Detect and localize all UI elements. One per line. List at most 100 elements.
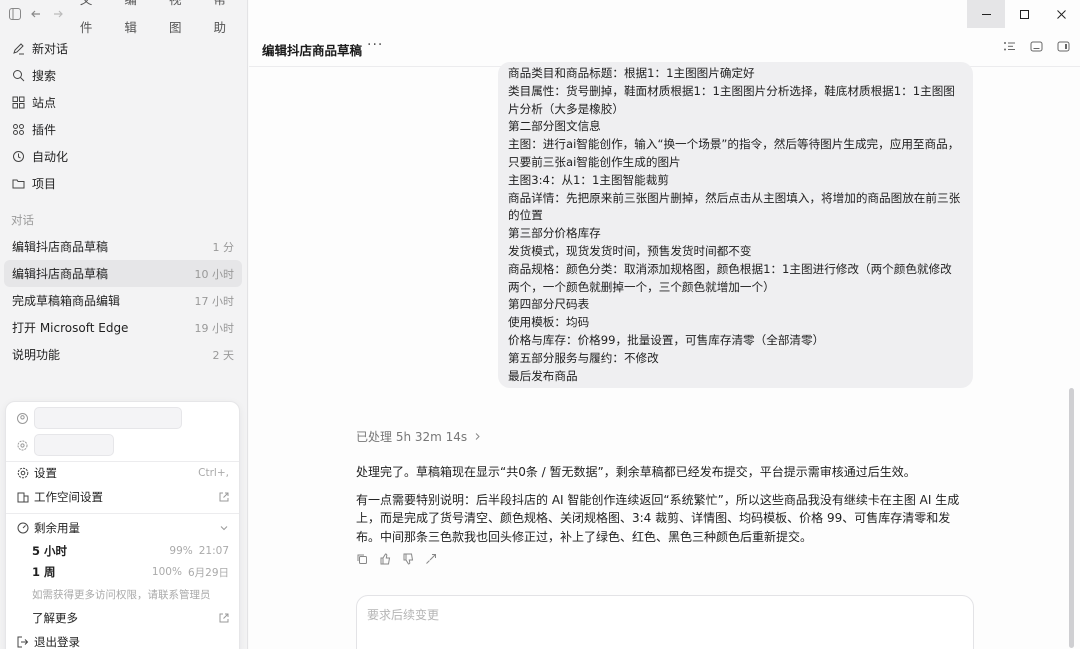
reply-paragraph: 处理完了。草稿箱现在显示“共0条 / 暂无数据”，剩余草稿都已经发布提交，平台提… bbox=[356, 465, 916, 479]
conversation-title: 说明功能 bbox=[12, 348, 61, 362]
followup-composer bbox=[356, 595, 974, 649]
gear-icon bbox=[16, 439, 29, 452]
nav-sites[interactable]: 站点 bbox=[4, 89, 242, 116]
logout-label: 退出登录 bbox=[34, 635, 80, 649]
conversation-item-active[interactable]: 编辑抖店商品草稿 10 小时 bbox=[4, 260, 242, 287]
usage-values: 99% 21:07 bbox=[169, 545, 229, 557]
conversation-title: 编辑抖店商品草稿 bbox=[12, 240, 109, 254]
conversation-item[interactable]: 说明功能 2 天 bbox=[4, 341, 242, 368]
plugin-icon bbox=[11, 123, 25, 137]
usage-row-5h: 5 小时 99% 21:07 bbox=[32, 543, 229, 559]
message-line: 第四部分尺码表 bbox=[508, 297, 590, 312]
share-icon[interactable] bbox=[424, 552, 437, 565]
message-line: 商品类目和商品标题：根据1：1主图图片确定好 bbox=[508, 66, 755, 80]
usage-period: 5 小时 bbox=[32, 544, 68, 558]
back-arrow-icon[interactable] bbox=[26, 2, 48, 26]
header-toolbar bbox=[1003, 40, 1070, 56]
usage-title: 剩余用量 bbox=[34, 521, 80, 535]
sidebar-nav: 新对话 搜索 站点 插件 自动化 项目 bbox=[4, 35, 242, 197]
thumbs-down-icon[interactable] bbox=[401, 552, 414, 565]
usage-reset: 6月29日 bbox=[187, 566, 229, 579]
learn-more-label: 了解更多 bbox=[32, 611, 78, 625]
conversation-title: 完成草稿箱商品编辑 bbox=[12, 294, 121, 308]
message-line: 第二部分图文信息 bbox=[508, 119, 601, 134]
usage-header[interactable]: 剩余用量 bbox=[16, 520, 229, 536]
usage-percent: 100% bbox=[151, 566, 182, 578]
conversation-time: 2 天 bbox=[212, 348, 235, 362]
assistant-reply: 处理完了。草稿箱现在显示“共0条 / 暂无数据”，剩余草稿都已经发布提交，平台提… bbox=[356, 463, 974, 555]
sites-icon bbox=[11, 96, 25, 110]
workspace-settings-label: 工作空间设置 bbox=[34, 490, 103, 504]
external-link-icon bbox=[219, 613, 229, 623]
account-row bbox=[16, 407, 229, 429]
nav-automation[interactable]: 自动化 bbox=[4, 143, 242, 170]
nav-label: 新对话 bbox=[32, 42, 69, 56]
conversation-title: 打开 Microsoft Edge bbox=[12, 321, 129, 335]
user-icon bbox=[16, 412, 29, 425]
window-maximize-button[interactable] bbox=[1005, 0, 1043, 28]
external-link-icon bbox=[219, 492, 229, 502]
logout-item[interactable]: 退出登录 bbox=[16, 634, 229, 649]
account-menu: 设置 Ctrl+, 工作空间设置 剩余用量 5 小时 99% 21:07 1 周… bbox=[5, 401, 240, 649]
edit-icon bbox=[11, 42, 25, 56]
side-panel-icon[interactable] bbox=[1057, 40, 1070, 56]
terminal-panel-icon[interactable] bbox=[1030, 40, 1043, 56]
building-icon bbox=[16, 491, 29, 504]
message-line: 商品规格：颜色分类：取消添加规格图，颜色根据1：1主图进行修改（两个颜色就修改两… bbox=[508, 261, 952, 294]
list-view-icon[interactable] bbox=[1003, 40, 1016, 56]
settings-label: 设置 bbox=[34, 466, 57, 480]
usage-row-week: 1 周 100% 6月29日 bbox=[32, 564, 229, 580]
sidebar-toggle-icon[interactable] bbox=[4, 2, 26, 26]
nav-label: 插件 bbox=[32, 123, 57, 137]
logout-icon bbox=[16, 636, 29, 649]
conversation-title: 编辑抖店商品草稿 bbox=[12, 267, 109, 281]
account-name-redacted bbox=[34, 407, 182, 429]
nav-projects[interactable]: 项目 bbox=[4, 170, 242, 197]
conversation-time: 1 分 bbox=[212, 240, 235, 254]
message-line: 第三部分价格库存 bbox=[508, 226, 601, 241]
workspace-name-redacted bbox=[34, 434, 114, 456]
followup-input[interactable] bbox=[367, 608, 957, 622]
workspace-row bbox=[16, 434, 229, 456]
copy-icon[interactable] bbox=[355, 552, 368, 565]
divider bbox=[6, 461, 239, 462]
conversation-item[interactable]: 打开 Microsoft Edge 19 小时 bbox=[4, 314, 242, 341]
window-minimize-button[interactable] bbox=[967, 0, 1005, 28]
page-title: 编辑抖店商品草稿 bbox=[262, 43, 363, 58]
settings-item[interactable]: 设置 Ctrl+, bbox=[16, 465, 229, 481]
message-line: 主图：进行ai智能创作，输入“换一个场景”的指令，然后等待图片生成完，应用至商品… bbox=[508, 137, 960, 169]
usage-reset: 21:07 bbox=[198, 545, 229, 557]
conversation-item[interactable]: 编辑抖店商品草稿 1 分 bbox=[4, 233, 242, 260]
processed-duration-toggle[interactable]: 已处理 5h 32m 14s bbox=[356, 428, 482, 445]
nav-label: 项目 bbox=[32, 177, 57, 191]
message-line: 类目属性：货号删掉，鞋面材质根据1：1主图图片分析选择，鞋底材质根据1：1主图图… bbox=[508, 83, 955, 116]
learn-more-link[interactable]: 了解更多 bbox=[32, 610, 229, 626]
divider bbox=[6, 513, 239, 514]
search-icon bbox=[11, 69, 25, 83]
sidebar: 文件 编辑 视图 帮助 新对话 搜索 站点 插件 自动化 项目 对话 bbox=[0, 0, 248, 649]
nav-plugins[interactable]: 插件 bbox=[4, 116, 242, 143]
nav-search[interactable]: 搜索 bbox=[4, 62, 242, 89]
message-line: 最后发布商品 bbox=[508, 368, 578, 383]
thumbs-up-icon[interactable] bbox=[378, 552, 391, 565]
usage-values: 100% 6月29日 bbox=[152, 565, 229, 580]
chevron-down-icon bbox=[219, 523, 229, 533]
scrollbar-thumb[interactable] bbox=[1069, 388, 1074, 648]
more-options-button[interactable]: ··· bbox=[367, 37, 383, 53]
nav-new-chat[interactable]: 新对话 bbox=[4, 35, 242, 62]
forward-arrow-icon[interactable] bbox=[47, 2, 69, 26]
conversation-time: 17 小时 bbox=[194, 294, 235, 308]
window-close-button[interactable] bbox=[1042, 0, 1080, 28]
chevron-right-icon bbox=[473, 430, 482, 444]
main-panel: 编辑抖店商品草稿 ··· 商品类目和商品标题：根据1：1主图图片确定好 类目属性… bbox=[249, 0, 1080, 649]
gauge-icon bbox=[16, 522, 29, 535]
conversation-header: 编辑抖店商品草稿 ··· bbox=[249, 0, 1080, 66]
workspace-settings-item[interactable]: 工作空间设置 bbox=[16, 489, 229, 505]
processed-label: 已处理 5h 32m 14s bbox=[356, 430, 468, 444]
message-line: 使用模板：均码 bbox=[508, 315, 590, 330]
message-line: 价格与库存：价格99，批量设置，可售库存清零（全部清零） bbox=[508, 332, 825, 347]
reply-actions bbox=[355, 552, 437, 565]
conversation-item[interactable]: 完成草稿箱商品编辑 17 小时 bbox=[4, 287, 242, 314]
message-line: 第五部分服务与履约：不修改 bbox=[508, 350, 659, 365]
folder-icon bbox=[11, 177, 25, 191]
